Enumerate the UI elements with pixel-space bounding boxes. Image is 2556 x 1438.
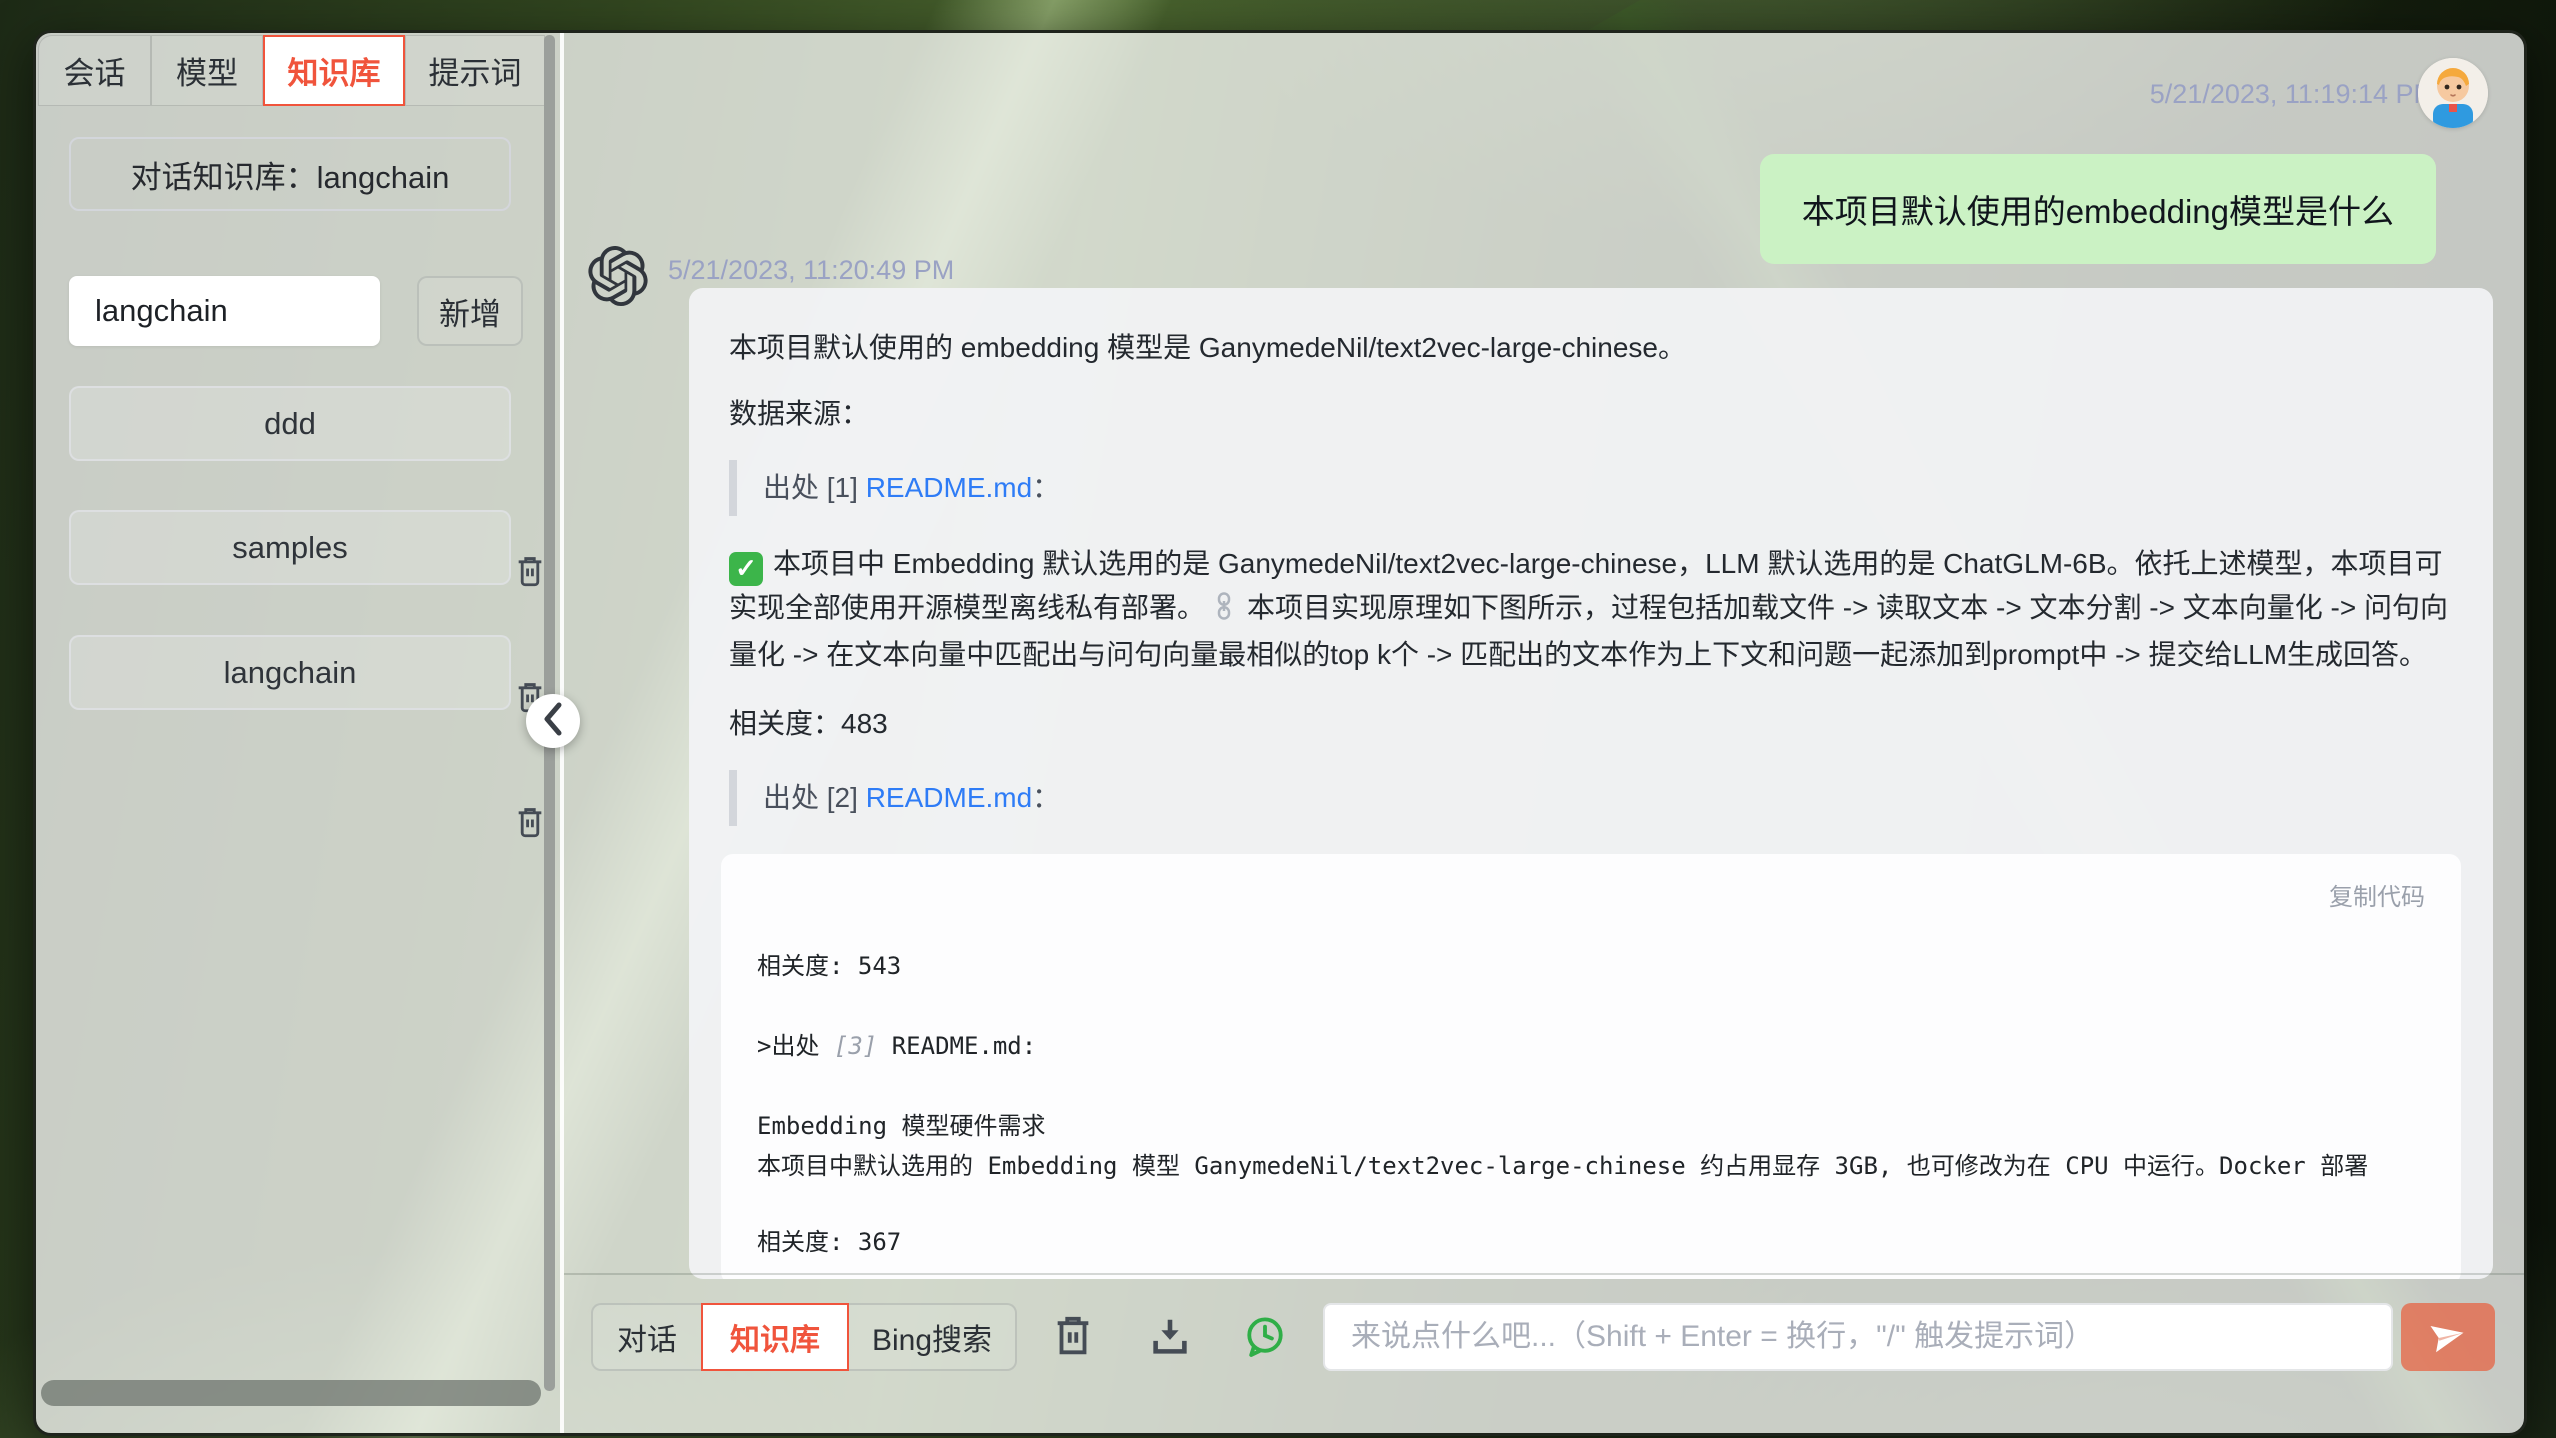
code-line: 相关度: 367 — [757, 1222, 2425, 1262]
source-blockquote: 出处 [1] README.md： — [729, 460, 2453, 516]
readme-link[interactable]: README.md — [866, 782, 1032, 813]
app-window: 会话 模型 知识库 提示词 对话知识库：langchain 新增 ddd sam… — [33, 30, 2527, 1436]
kb-list-item[interactable]: ddd — [69, 386, 511, 461]
copy-code-button[interactable]: 复制代码 — [2329, 878, 2425, 918]
chevron-left-icon — [542, 701, 564, 742]
source-prefix: 出处 [2] — [763, 782, 866, 813]
source-blockquote: 出处 [2] README.md： — [729, 770, 2453, 826]
assistant-message-card: 本项目默认使用的 embedding 模型是 GanymedeNil/text2… — [689, 288, 2493, 1279]
assistant-paragraph: ✓本项目中 Embedding 默认选用的是 GanymedeNil/text2… — [729, 542, 2453, 676]
mode-knowledge-base[interactable]: 知识库 — [701, 1303, 849, 1371]
delete-kb-icon[interactable] — [513, 555, 547, 589]
source-suffix: ： — [1032, 472, 1060, 503]
source-prefix: 出处 [1] — [763, 472, 866, 503]
clear-history-trash-icon[interactable] — [1050, 1314, 1096, 1360]
tab-prompts[interactable]: 提示词 — [405, 35, 545, 106]
check-icon: ✓ — [729, 552, 763, 586]
mode-switcher: 对话 知识库 Bing搜索 — [591, 1303, 1017, 1371]
chain-icon — [1209, 590, 1239, 633]
sidebar-tab-bar: 会话 模型 知识库 提示词 — [38, 35, 545, 106]
code-line: Embedding 模型硬件需求 — [757, 1106, 2425, 1146]
assistant-paragraph: 数据来源： — [729, 394, 2453, 434]
code-line: 相关度: 543 — [757, 946, 2425, 986]
delete-kb-icon[interactable] — [513, 806, 547, 840]
sidebar: 会话 模型 知识库 提示词 对话知识库：langchain 新增 ddd sam… — [36, 33, 564, 1433]
paper-plane-icon — [2429, 1317, 2467, 1358]
sidebar-horizontal-scrollbar[interactable] — [41, 1380, 541, 1406]
user-avatar — [2418, 58, 2488, 128]
add-kb-button[interactable]: 新增 — [417, 276, 523, 346]
export-download-icon[interactable] — [1147, 1314, 1193, 1360]
assistant-paragraph: 本项目默认使用的 embedding 模型是 GanymedeNil/text2… — [729, 328, 2453, 368]
send-button[interactable] — [2401, 1303, 2495, 1371]
source-suffix: ： — [1032, 782, 1060, 813]
user-message-text: 本项目默认使用的embedding模型是什么 — [1802, 185, 2394, 233]
kb-list-item[interactable]: samples — [69, 510, 511, 585]
code-line: 本项目中默认选用的 Embedding 模型 GanymedeNil/text2… — [757, 1146, 2425, 1186]
tab-knowledge-base[interactable]: 知识库 — [263, 35, 405, 106]
openai-logo-icon — [588, 246, 648, 306]
bottom-toolbar: 对话 知识库 Bing搜索 — [560, 1273, 2524, 1433]
user-message-timestamp: 5/21/2023, 11:19:14 PM — [2150, 79, 2436, 110]
code-text: README.md: — [877, 1032, 1036, 1060]
mode-chat[interactable]: 对话 — [591, 1303, 703, 1371]
code-ref: [3] — [834, 1032, 877, 1060]
kb-list-item[interactable]: langchain — [69, 635, 511, 710]
kb-name-input[interactable] — [69, 276, 380, 346]
readme-link[interactable]: README.md — [866, 472, 1032, 503]
message-input[interactable] — [1323, 1303, 2393, 1371]
mode-bing-search[interactable]: Bing搜索 — [847, 1303, 1017, 1371]
assistant-message-timestamp: 5/21/2023, 11:20:49 PM — [668, 255, 954, 286]
relevance-text: 相关度：483 — [729, 704, 2453, 744]
desktop-background: 会话 模型 知识库 提示词 对话知识库：langchain 新增 ddd sam… — [0, 0, 2556, 1438]
code-line: >出处 [3] README.md: — [757, 1026, 2425, 1066]
kb-current-label: 对话知识库：langchain — [69, 137, 511, 211]
user-message-bubble: 本项目默认使用的embedding模型是什么 — [1760, 154, 2436, 264]
history-clock-icon[interactable] — [1242, 1314, 1288, 1360]
code-text: >出处 — [757, 1032, 834, 1060]
code-block: 复制代码 相关度: 543 >出处 [3] README.md: Embeddi… — [721, 854, 2461, 1280]
tab-conversation[interactable]: 会话 — [38, 35, 151, 106]
tab-model[interactable]: 模型 — [151, 35, 263, 106]
sidebar-collapse-button[interactable] — [526, 694, 580, 748]
